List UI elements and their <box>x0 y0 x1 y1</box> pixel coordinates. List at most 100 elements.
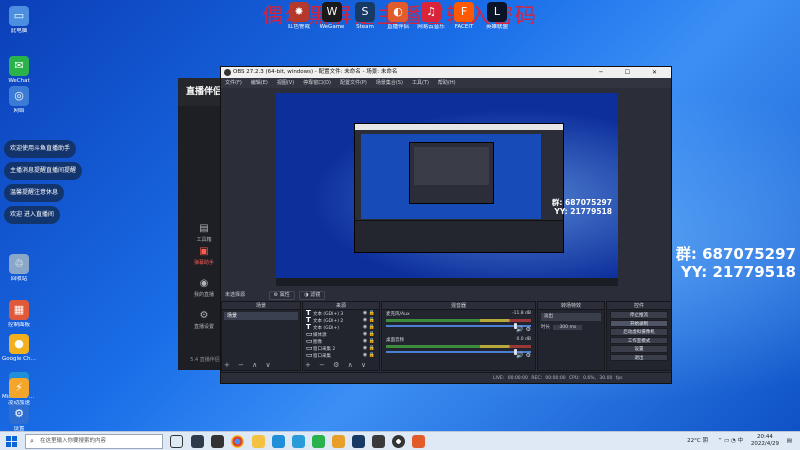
file-explorer-icon[interactable] <box>252 435 265 448</box>
obs-menu-item-2[interactable]: 视图(V) <box>277 80 294 86</box>
source-row[interactable]: ▭图像 ◉ 🔒 <box>303 338 379 346</box>
desktop-icon-left-label: 回收站 <box>10 276 28 282</box>
desktop-icon-left-0[interactable]: ▭ 此电脑 <box>2 6 36 34</box>
control-button-0[interactable]: 停止推流 <box>610 311 668 319</box>
store-icon[interactable] <box>292 435 305 448</box>
scene-item[interactable]: 场景 <box>224 312 298 320</box>
desktop-icon-top-6-icon: L <box>487 2 507 22</box>
visibility-icon[interactable]: ◉ 🔒 <box>363 324 375 331</box>
desktop-icon-top-4[interactable]: ♫ 网易云音乐 <box>414 2 448 30</box>
desktop-icon-top-3[interactable]: ◐ 直播伴侣 <box>381 2 415 30</box>
desktop-icon-left-5[interactable]: ● Google Chrome <box>2 334 36 362</box>
visibility-icon[interactable]: ◉ 🔒 <box>363 352 375 359</box>
desktop-icon-left-8[interactable]: ⚡ 凌动加速 <box>2 378 36 406</box>
desktop-icon-left-8-icon: ⚡ <box>9 378 29 398</box>
visibility-icon[interactable]: ◉ 🔒 <box>363 317 375 324</box>
mute-icon[interactable]: 🔊 ⚙ <box>516 326 531 333</box>
desktop-icon-top-6[interactable]: L 英雄联盟 <box>480 2 514 30</box>
desktop-icon-left-0-icon: ▭ <box>9 6 29 26</box>
taskbar: ⌕ 在这里输入你要搜索的内容 22°C 阴 ⌃ ▭ ◔ 中 20:44 2022/… <box>0 431 800 450</box>
desktop-icon-top-5[interactable]: F FACEIT <box>447 2 481 30</box>
desktop-icon-left-7[interactable]: ⚙ 设置 <box>2 404 36 432</box>
volume-fader[interactable] <box>386 349 531 355</box>
desktop-icon-left-1[interactable]: ✉ WeChat <box>2 56 36 84</box>
chrome-icon[interactable] <box>231 435 244 448</box>
obs-preview[interactable]: 群: 687075297 YY: 21779518 <box>276 93 618 286</box>
obs-menu-item-6[interactable]: 工具(T) <box>412 80 429 86</box>
filters-button[interactable]: ◑ 滤镜 <box>299 291 326 300</box>
obs-menu-item-0[interactable]: 文件(F) <box>225 80 242 86</box>
tray-icons[interactable]: ⌃ ▭ ◔ 中 <box>718 438 743 444</box>
mute-icon[interactable]: 🔊 ⚙ <box>516 352 531 359</box>
notification-balloon-3[interactable]: 温馨提醒注意休息 <box>4 184 65 202</box>
obs-menu-item-5[interactable]: 场景集合(S) <box>376 80 403 86</box>
obs-menubar: 文件(F) 编辑(E) 视图(V) 停靠窗口(D) 配置文件(P) 场景集合(S) 工具(T… <box>221 78 671 88</box>
source-row[interactable]: T 文本 (GDI+) 2 ◉ 🔒 <box>303 317 379 325</box>
scenes-dock-footer[interactable]: + − ∧ ∨ <box>224 361 274 369</box>
start-button[interactable] <box>6 436 17 447</box>
source-row[interactable]: T 文本 (GDI+) 3 ◉ 🔒 <box>303 310 379 318</box>
control-button-3[interactable]: 工作室模式 <box>610 336 668 344</box>
stream-app-mylive[interactable]: ◉ 我的直播 <box>184 278 224 298</box>
desktop-icon-left-label: WeChat <box>8 78 30 84</box>
desktop-icon-left-2[interactable]: ◎ 网络 <box>2 86 36 114</box>
notification-icon[interactable]: ▤ <box>787 438 792 444</box>
edge-icon[interactable] <box>272 435 285 448</box>
preview-yy: YY: 21779518 <box>554 207 612 216</box>
weather-widget[interactable]: 22°C 阴 <box>687 438 708 444</box>
steam-icon[interactable] <box>352 435 365 448</box>
source-row[interactable]: ▭窗口采集 ◉ 🔒 <box>303 352 379 360</box>
sources-dock-footer[interactable]: + − ⚙ ∧ ∨ <box>305 361 369 369</box>
mixer-channel-name: 桌面音频 <box>386 338 404 343</box>
transition-select[interactable]: 淡出 <box>541 313 601 321</box>
visibility-icon[interactable]: ◉ 🔒 <box>363 310 375 317</box>
taskbar-search-input[interactable]: ⌕ 在这里输入你要搜索的内容 <box>25 434 163 449</box>
volume-fader[interactable] <box>386 323 531 329</box>
obs-taskbar-icon[interactable] <box>392 435 405 448</box>
overlay-qq-group: 群: 687075297 <box>675 245 796 263</box>
control-button-5[interactable]: 退出 <box>610 353 668 361</box>
taskbar-app-3-icon[interactable] <box>372 435 385 448</box>
wechat-icon[interactable] <box>312 435 325 448</box>
desktop-icon-top-0[interactable]: ✸ 红色警戒 <box>282 2 316 30</box>
obs-menu-item-3[interactable]: 停靠窗口(D) <box>303 80 331 86</box>
control-button-4[interactable]: 设置 <box>610 345 668 353</box>
taskbar-app-1-icon[interactable] <box>191 435 204 448</box>
control-button-1[interactable]: 开始录制 <box>610 319 668 327</box>
obs-menu-item-1[interactable]: 编辑(E) <box>251 80 268 86</box>
visibility-icon[interactable]: ◉ 🔒 <box>363 331 375 338</box>
desktop-icon-top-2[interactable]: S Steam <box>348 2 382 30</box>
stream-app-toolbox[interactable]: ▤ 工具箱 <box>184 223 224 243</box>
source-row[interactable]: ▭窗口采集 2 ◉ 🔒 <box>303 345 379 353</box>
obs-menu-item-7[interactable]: 帮助(H) <box>438 80 456 86</box>
control-button-2[interactable]: 启动虚拟摄像机 <box>610 328 668 336</box>
desktop-icon-top-label: 红色警戒 <box>287 24 310 30</box>
clock[interactable]: 20:44 2022/4/29 <box>751 434 779 448</box>
taskbar-app-2-icon[interactable] <box>211 435 224 448</box>
visibility-icon[interactable]: ◉ 🔒 <box>363 345 375 352</box>
desktop-icon-left-3[interactable]: ♲ 回收站 <box>2 254 36 282</box>
window-controls[interactable]: ─ ☐ ✕ <box>599 67 667 78</box>
assistant-icon[interactable] <box>332 435 345 448</box>
stream-taskbar-icon[interactable] <box>412 435 425 448</box>
obs-titlebar[interactable]: OBS 27.2.3 (64-bit, windows) - 配置文件: 未命名… <box>221 67 671 78</box>
overlay-yy: YY: 21779518 <box>680 263 796 281</box>
source-row[interactable]: T 文本 (GDI+) ◉ 🔒 <box>303 324 379 332</box>
stream-app-settings[interactable]: ⚙ 直播设置 <box>184 310 224 330</box>
desktop-icon-top-1-icon: W <box>322 2 342 22</box>
source-row[interactable]: ▭媒体源 ◉ 🔒 <box>303 331 379 339</box>
obs-menu-item-4[interactable]: 配置文件(P) <box>340 80 367 86</box>
source-name: 窗口采集 <box>313 354 331 359</box>
desktop-icon-left-4[interactable]: ▦ 控制面板 <box>2 300 36 328</box>
notification-balloon-2[interactable]: 主播消息提醒直播间提醒 <box>4 162 83 180</box>
desktop-icon-left-label: 网络 <box>13 108 25 114</box>
task-view-icon[interactable] <box>170 435 183 448</box>
stream-app-danmu[interactable]: ▣ 弹幕助手 <box>184 246 224 266</box>
duration-input[interactable]: 300 ms <box>553 325 583 330</box>
properties-button[interactable]: ⚙ 属性 <box>268 291 295 300</box>
notification-balloon-1[interactable]: 欢迎使用斗鱼直播助手 <box>4 140 77 158</box>
volume-meter <box>386 345 531 348</box>
notification-balloon-4[interactable]: 欢迎 进入直播间 <box>4 206 60 224</box>
desktop-icon-top-1[interactable]: W WeGame <box>315 2 349 30</box>
visibility-icon[interactable]: ◉ 🔒 <box>363 338 375 345</box>
